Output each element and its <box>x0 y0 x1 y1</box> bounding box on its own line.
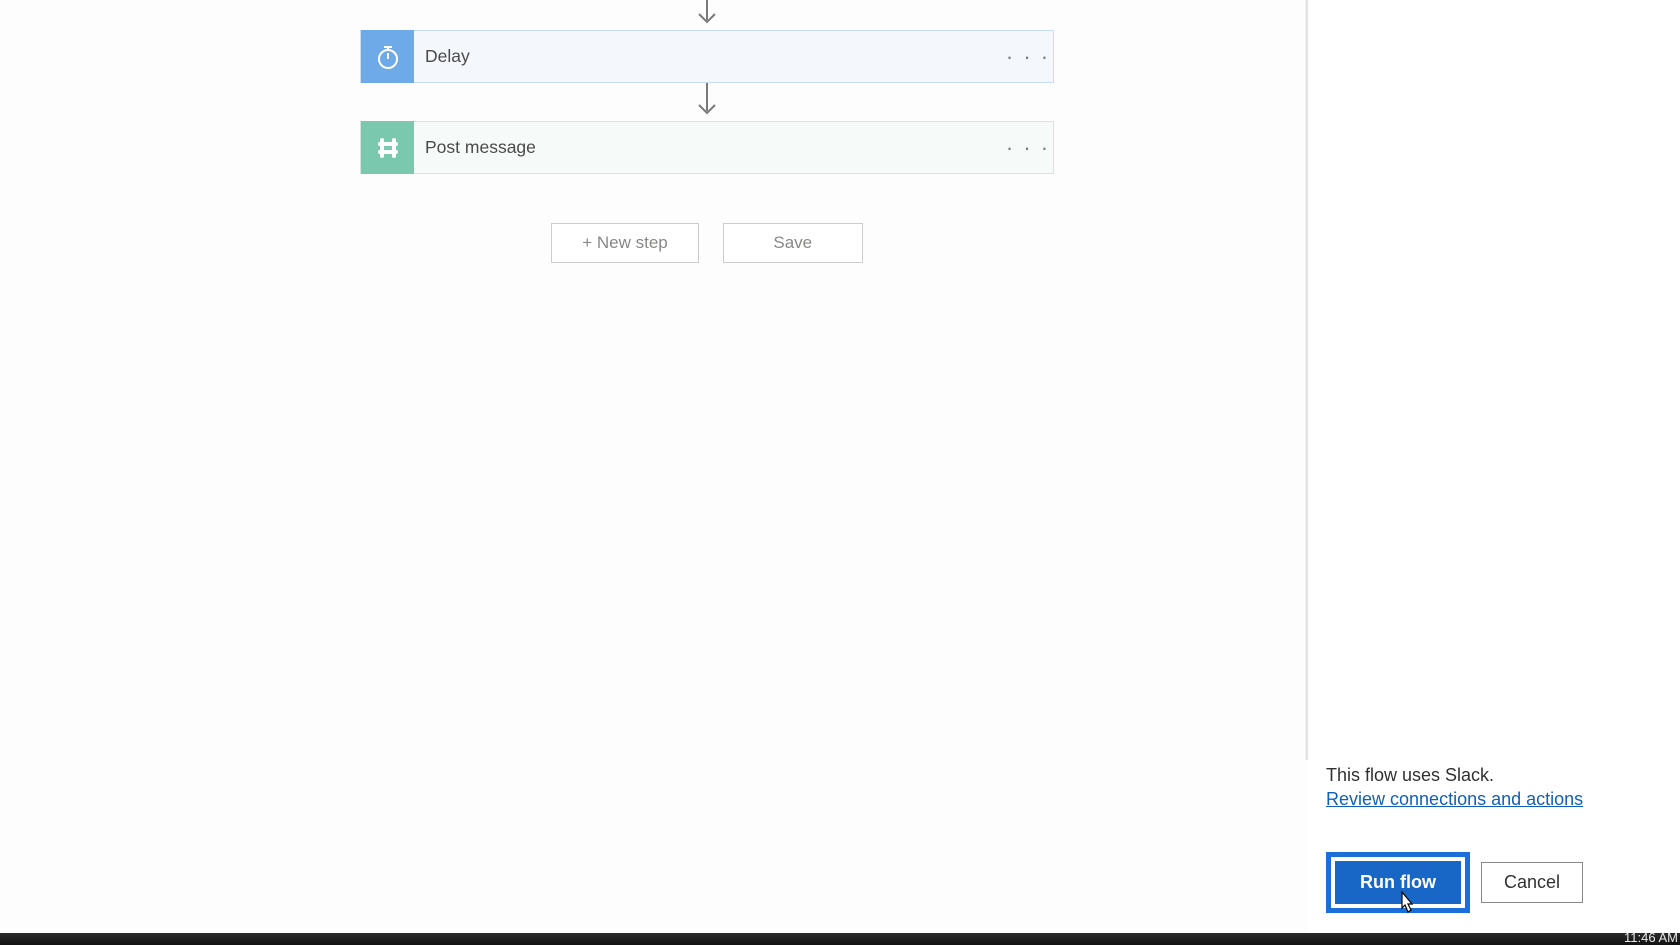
connector-arrow <box>360 83 1054 121</box>
step-post-message[interactable]: Post message · · · <box>360 121 1054 174</box>
run-flow-highlight: Run flow <box>1326 852 1470 913</box>
save-button[interactable]: Save <box>723 223 863 263</box>
slack-icon <box>361 121 414 174</box>
run-flow-panel: This flow uses Slack. Review connections… <box>1308 0 1680 935</box>
new-step-button[interactable]: + New step <box>551 223 699 263</box>
panel-info-text: This flow uses Slack. <box>1326 765 1680 786</box>
review-connections-link[interactable]: Review connections and actions <box>1326 789 1583 810</box>
flow-actions: + New step Save <box>360 223 1054 263</box>
step-delay[interactable]: Delay · · · <box>360 30 1054 83</box>
taskbar-clock: 11:46 AM <box>1624 930 1678 945</box>
step-menu-button[interactable]: · · · <box>1003 44 1053 70</box>
flow-steps-column: Delay · · · Post message <box>360 0 1054 263</box>
flow-canvas: Delay · · · Post message <box>0 0 1680 945</box>
step-menu-button[interactable]: · · · <box>1003 135 1053 161</box>
taskbar: 11:46 AM <box>0 933 1680 945</box>
connector-arrow <box>360 0 1054 30</box>
timer-icon <box>361 30 414 83</box>
step-label: Delay <box>414 46 1003 67</box>
cancel-button[interactable]: Cancel <box>1481 862 1583 903</box>
run-flow-button[interactable]: Run flow <box>1335 861 1461 904</box>
step-label: Post message <box>414 137 1003 158</box>
